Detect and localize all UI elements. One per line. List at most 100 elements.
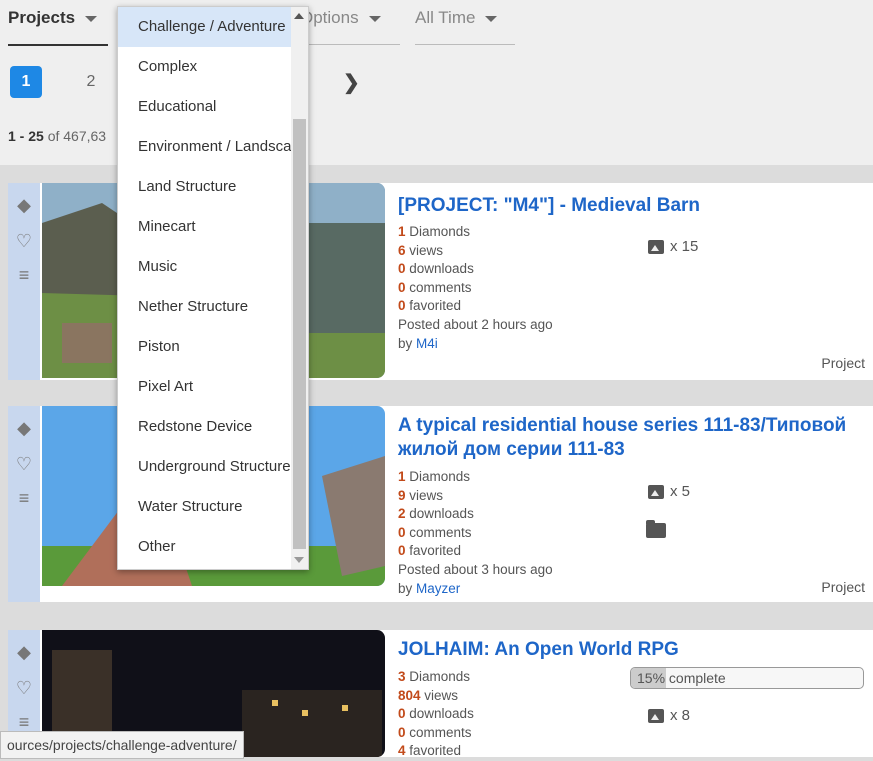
image-count: x 5 [648, 483, 690, 500]
image-icon [648, 485, 664, 500]
image-icon [648, 240, 664, 255]
favorited-count: 4 [398, 743, 406, 759]
image-count: x 8 [648, 707, 690, 724]
downloads-label: downloads [405, 706, 474, 722]
author-link[interactable]: Mayzer [416, 581, 460, 596]
diamond-icon[interactable]: ◆ [12, 642, 36, 664]
posted-time: Posted about 3 hours ago [398, 561, 553, 577]
category-option-pixel-art[interactable]: Pixel Art [118, 367, 304, 407]
heart-icon[interactable]: ♡ [12, 231, 36, 253]
project-type-label: Project [821, 579, 865, 595]
project-type-label: Project [821, 355, 865, 371]
image-icon [648, 709, 664, 724]
folder-icon[interactable] [646, 520, 666, 538]
options-filter[interactable]: Options [300, 8, 400, 45]
downloads-label: downloads [405, 506, 474, 522]
views-label: views [405, 487, 444, 503]
category-option-other[interactable]: Other [118, 527, 304, 567]
image-count-label: x 8 [670, 707, 691, 724]
diamonds-count: 1 [398, 469, 406, 484]
views-count: 6 [398, 242, 406, 258]
category-option-nether-structure[interactable]: Nether Structure [118, 287, 304, 327]
favorited-label: favorited [405, 743, 462, 759]
page-2-button[interactable]: 2 [75, 66, 107, 98]
result-range: 1 - 25 [8, 128, 44, 144]
comments-count: 0 [398, 279, 406, 295]
add-to-list-icon[interactable]: ≡ [12, 265, 36, 287]
scrollbar-thumb[interactable] [293, 119, 306, 549]
chevron-down-icon [85, 15, 98, 22]
category-option-minecart[interactable]: Minecart [118, 207, 304, 247]
image-count-label: x 15 [670, 238, 699, 255]
downloads-count: 0 [398, 261, 406, 277]
comments-label: comments [405, 524, 472, 540]
page-1-button[interactable]: 1 [10, 66, 42, 98]
author-link[interactable]: M4i [416, 336, 438, 351]
diamond-icon[interactable]: ◆ [12, 195, 36, 217]
downloads-count: 0 [398, 706, 406, 722]
category-option-piston[interactable]: Piston [118, 327, 304, 367]
category-option-land-structure[interactable]: Land Structure [118, 167, 304, 207]
category-option-water-structure[interactable]: Water Structure [118, 487, 304, 527]
add-to-list-icon[interactable]: ≡ [12, 488, 36, 510]
diamonds-label: Diamonds [405, 669, 471, 684]
time-filter[interactable]: All Time [415, 8, 515, 45]
favorited-label: favorited [405, 298, 462, 314]
time-filter-label: All Time [415, 8, 476, 27]
dropdown-scrollbar[interactable] [291, 7, 308, 569]
card-actions: ◆ ♡ ≡ [8, 183, 40, 380]
chevron-down-icon [368, 15, 381, 22]
heart-icon[interactable]: ♡ [12, 678, 36, 700]
next-page-icon[interactable]: ❯ [343, 70, 360, 95]
project-title-link[interactable]: A typical residential house series 111-8… [398, 414, 868, 462]
category-option-environment-landscaping[interactable]: Environment / Landscaping [118, 127, 304, 167]
chevron-down-icon [485, 15, 498, 22]
diamonds-label: Diamonds [405, 469, 471, 484]
views-count: 804 [398, 687, 421, 703]
category-option-redstone-device[interactable]: Redstone Device [118, 407, 304, 447]
project-stats: 1 Diamonds 6 views 0 downloads 0 comment… [398, 223, 553, 353]
favorited-count: 0 [398, 543, 406, 559]
project-stats: 3 Diamonds 804 views 0 downloads 0 comme… [398, 668, 474, 761]
diamonds-count: 1 [398, 224, 406, 239]
category-dropdown-menu[interactable]: Challenge / Adventure Complex Educationa… [117, 6, 309, 570]
comments-label: comments [405, 279, 472, 295]
downloads-count: 2 [398, 506, 406, 522]
category-option-educational[interactable]: Educational [118, 87, 304, 127]
diamond-icon[interactable]: ◆ [12, 418, 36, 440]
views-count: 9 [398, 487, 406, 503]
project-title-link[interactable]: [PROJECT: "M4"] - Medieval Barn [398, 194, 868, 218]
image-count: x 15 [648, 238, 698, 255]
category-option-music[interactable]: Music [118, 247, 304, 287]
image-count-label: x 5 [670, 483, 691, 500]
diamonds-label: Diamonds [405, 224, 471, 239]
comments-count: 0 [398, 724, 406, 740]
card-actions: ◆ ♡ ≡ [8, 406, 40, 602]
projects-filter[interactable]: Projects [8, 8, 108, 46]
category-option-underground-structure[interactable]: Underground Structure [118, 447, 304, 487]
heart-icon[interactable]: ♡ [12, 454, 36, 476]
views-label: views [405, 242, 444, 258]
comments-count: 0 [398, 524, 406, 540]
category-option-challenge-adventure[interactable]: Challenge / Adventure [118, 7, 304, 47]
result-total: of 467,63 [43, 128, 107, 144]
projects-filter-label: Projects [8, 8, 76, 27]
views-label: views [420, 687, 459, 703]
posted-time: Posted about 2 hours ago [398, 316, 553, 332]
scroll-down-icon[interactable] [294, 557, 304, 563]
status-bar-url: ources/projects/challenge-adventure/ [0, 731, 244, 759]
favorited-label: favorited [405, 543, 462, 559]
comments-label: comments [405, 724, 472, 740]
result-count: 1 - 25 of 467,63 [8, 128, 106, 144]
progress-label: 15% complete [637, 670, 726, 686]
downloads-label: downloads [405, 261, 474, 277]
scroll-up-icon[interactable] [294, 13, 304, 19]
project-stats: 1 Diamonds 9 views 2 downloads 0 comment… [398, 468, 553, 598]
author-prefix: by [398, 580, 417, 596]
diamonds-count: 3 [398, 669, 406, 684]
category-option-complex[interactable]: Complex [118, 47, 304, 87]
favorited-count: 0 [398, 298, 406, 314]
author-prefix: by [398, 335, 417, 351]
completion-progress-bar: 15% complete [630, 667, 864, 689]
project-title-link[interactable]: JOLHAIM: An Open World RPG [398, 638, 868, 662]
